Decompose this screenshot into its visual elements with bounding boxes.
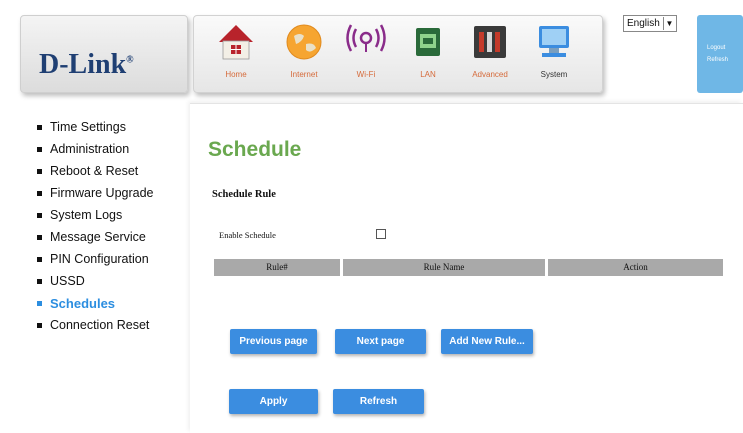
wifi-icon <box>346 22 386 62</box>
top-nav-bar: Home Internet Wi-Fi LAN Advanced System <box>193 15 603 93</box>
nav-wifi[interactable]: Wi-Fi <box>336 22 396 79</box>
session-panel: Logout Refresh <box>697 15 743 93</box>
dlink-logo: D-Link® <box>39 49 134 80</box>
lan-icon <box>408 22 448 62</box>
computer-icon <box>534 22 574 62</box>
column-header-rule-name: Rule Name <box>343 259 545 276</box>
bullet-icon <box>37 300 42 306</box>
home-icon <box>216 22 256 62</box>
enable-schedule-checkbox[interactable] <box>376 229 386 239</box>
nav-internet[interactable]: Internet <box>274 22 334 79</box>
language-select[interactable]: English ▼ <box>623 15 677 32</box>
sidebar-item-firmware-upgrade[interactable]: Firmware Upgrade <box>37 182 154 204</box>
bullet-icon <box>37 190 42 196</box>
globe-icon <box>284 22 324 62</box>
refresh-link[interactable]: Refresh <box>697 57 743 63</box>
bullet-icon <box>37 212 42 218</box>
sidebar-item-system-logs[interactable]: System Logs <box>37 204 154 226</box>
sidebar-item-ussd[interactable]: USSD <box>37 270 154 292</box>
sidebar-item-connection-reset[interactable]: Connection Reset <box>37 314 154 336</box>
bullet-icon <box>37 278 42 284</box>
nav-system[interactable]: System <box>524 22 584 79</box>
bullet-icon <box>37 322 42 328</box>
logout-link[interactable]: Logout <box>697 45 743 51</box>
sidebar-item-administration[interactable]: Administration <box>37 138 154 160</box>
sidebar-item-reboot-reset[interactable]: Reboot & Reset <box>37 160 154 182</box>
column-header-action: Action <box>548 259 723 276</box>
apply-button[interactable]: Apply <box>229 389 318 414</box>
bullet-icon <box>37 168 42 174</box>
bullet-icon <box>37 124 42 130</box>
previous-page-button[interactable]: Previous page <box>230 329 317 354</box>
sidebar-item-schedules[interactable]: Schedules <box>37 292 154 314</box>
chevron-down-icon: ▼ <box>663 17 675 30</box>
tools-icon <box>470 22 510 62</box>
sidebar-menu: Time Settings Administration Reboot & Re… <box>37 116 154 336</box>
column-header-rule-number: Rule# <box>214 259 340 276</box>
next-page-button[interactable]: Next page <box>335 329 426 354</box>
add-new-rule-button[interactable]: Add New Rule... <box>441 329 533 354</box>
section-title: Schedule Rule <box>212 189 276 200</box>
sidebar-item-time-settings[interactable]: Time Settings <box>37 116 154 138</box>
sidebar-item-message-service[interactable]: Message Service <box>37 226 154 248</box>
bullet-icon <box>37 234 42 240</box>
sidebar-item-pin-configuration[interactable]: PIN Configuration <box>37 248 154 270</box>
page-title: Schedule <box>208 138 302 161</box>
nav-home[interactable]: Home <box>206 22 266 79</box>
bullet-icon <box>37 146 42 152</box>
nav-advanced[interactable]: Advanced <box>460 22 520 79</box>
logo-panel: D-Link® <box>20 15 188 93</box>
bullet-icon <box>37 256 42 262</box>
enable-schedule-label: Enable Schedule <box>219 230 276 240</box>
nav-lan[interactable]: LAN <box>398 22 458 79</box>
refresh-button[interactable]: Refresh <box>333 389 424 414</box>
